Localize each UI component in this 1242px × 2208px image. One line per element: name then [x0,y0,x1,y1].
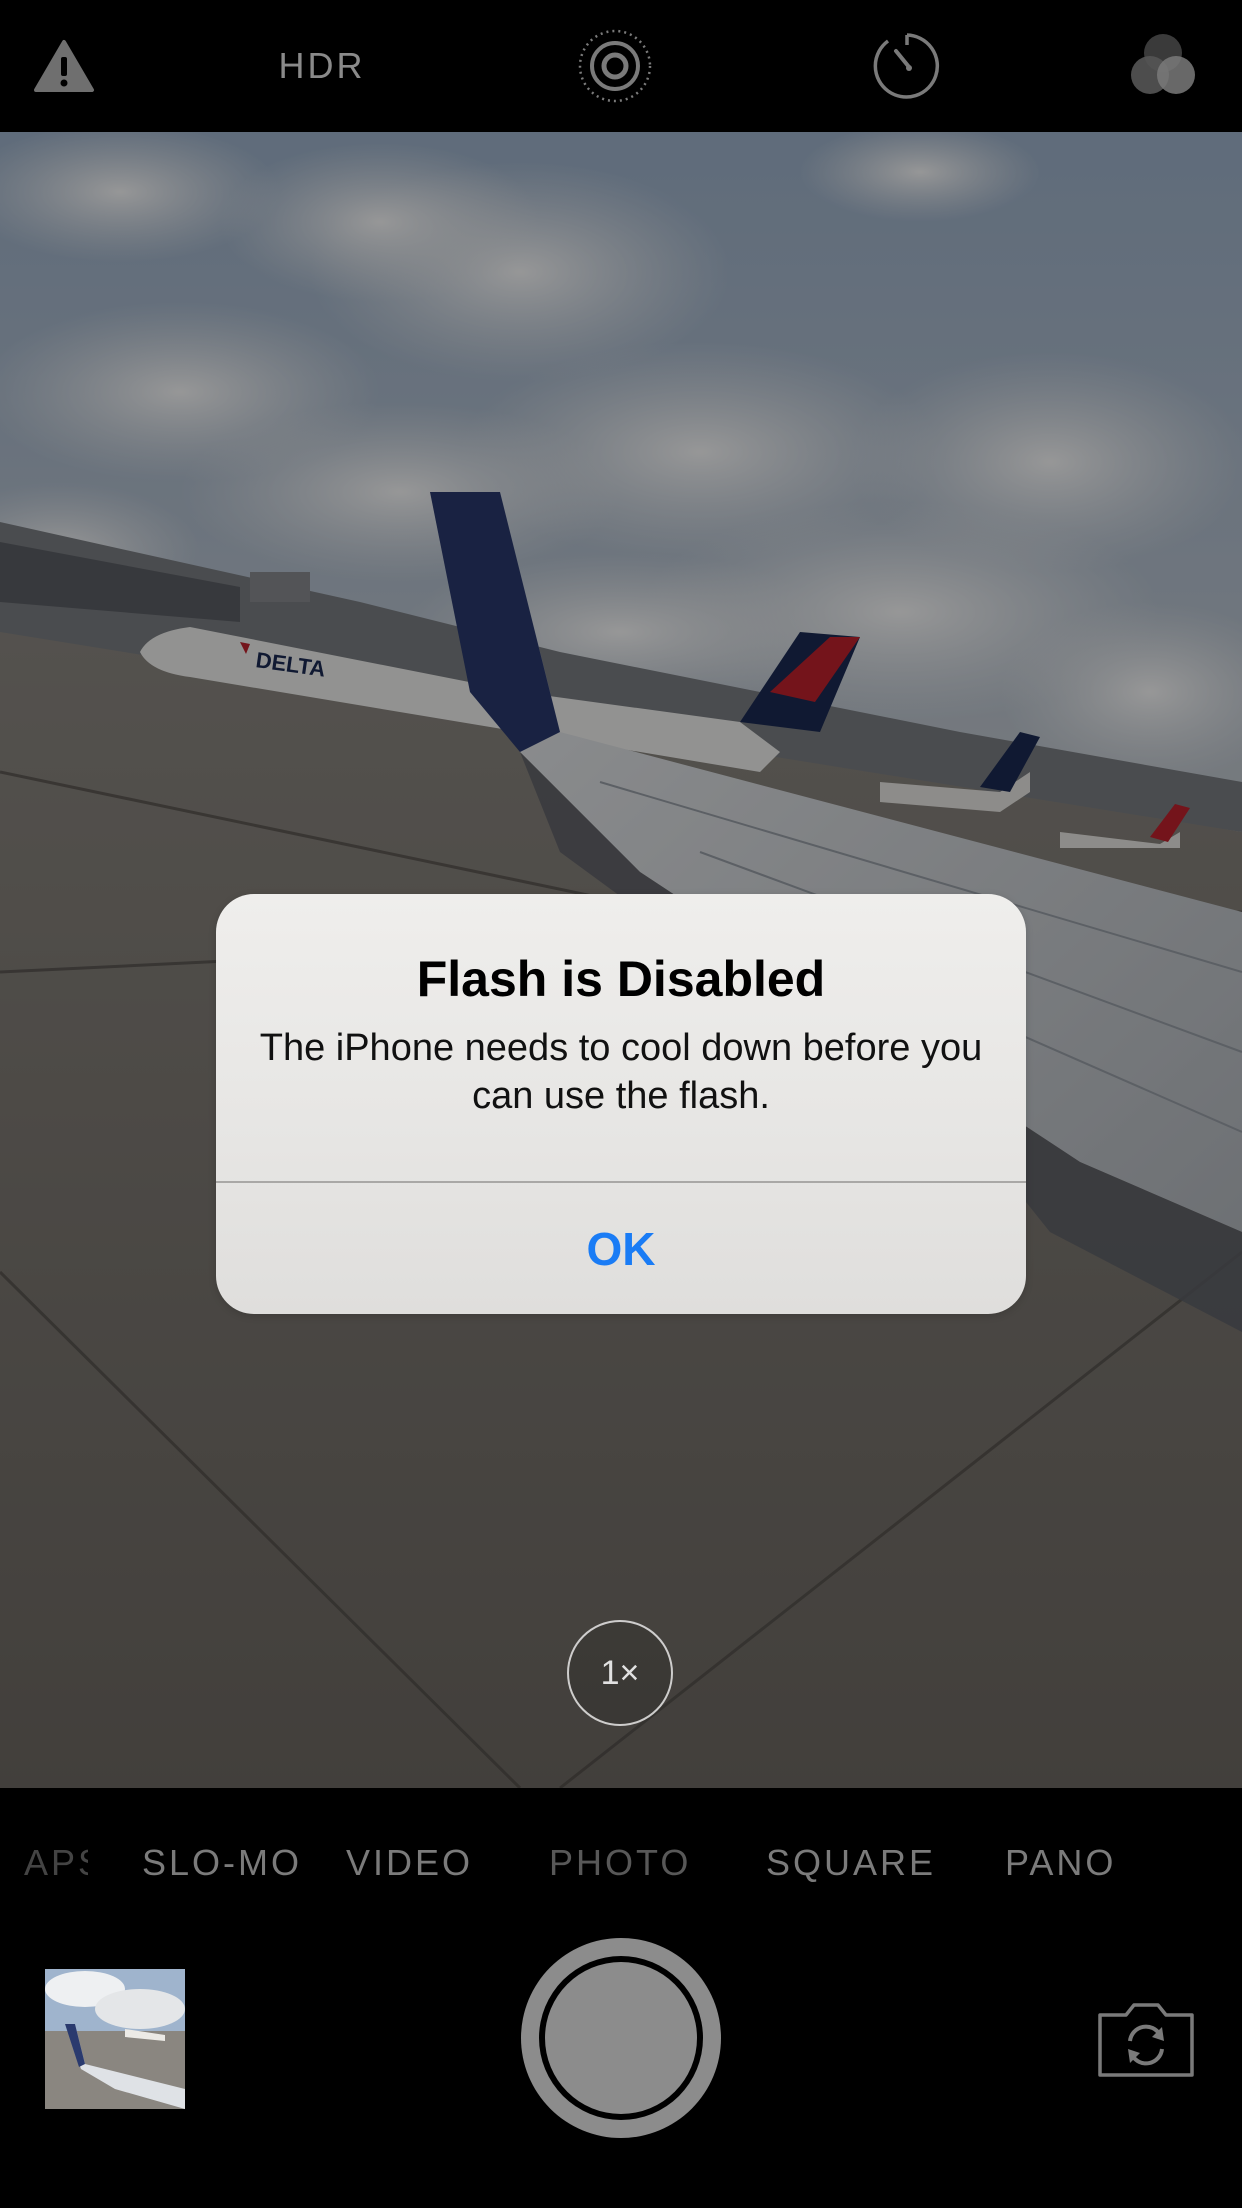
shutter-core [545,1962,697,2114]
mode-pano[interactable]: PANO [1005,1842,1116,1884]
mode-photo[interactable]: PHOTO [549,1842,691,1884]
flash-disabled-alert: Flash is Disabled The iPhone needs to co… [216,894,1026,1314]
mode-square[interactable]: SQUARE [766,1842,936,1884]
thumbnail-image [45,1969,185,2109]
timer-icon[interactable] [872,30,942,102]
mode-slo-mo[interactable]: SLO-MO [142,1842,302,1884]
zoom-button[interactable]: 1× [567,1620,673,1726]
switch-camera-icon[interactable] [1094,1997,1198,2079]
alert-ok-button[interactable]: OK [216,1183,1026,1314]
mode-timelapse[interactable]: APSE [24,1842,88,1884]
hdr-label: HDR [278,45,366,86]
mode-selector[interactable]: APSE SLO-MO VIDEO PHOTO SQUARE PANO [0,1788,1242,1938]
last-photo-thumbnail[interactable] [45,1969,185,2109]
top-bar: HDR [0,0,1242,132]
camera-screen: HDR DELTA 1× Flash is Disabled The iPhon… [0,0,1242,2208]
filters-icon[interactable] [1126,30,1200,102]
alert-message: The iPhone needs to cool down before you… [259,1027,983,1117]
bottom-panel: APSE SLO-MO VIDEO PHOTO SQUARE PANO [0,1788,1242,2208]
flash-warning-icon[interactable] [28,30,100,102]
alert-title: Flash is Disabled [416,951,826,1007]
shutter-button[interactable] [521,1938,721,2138]
mode-video[interactable]: VIDEO [346,1842,473,1884]
live-photo-icon[interactable] [578,29,652,103]
hdr-button[interactable]: HDR [262,30,382,102]
